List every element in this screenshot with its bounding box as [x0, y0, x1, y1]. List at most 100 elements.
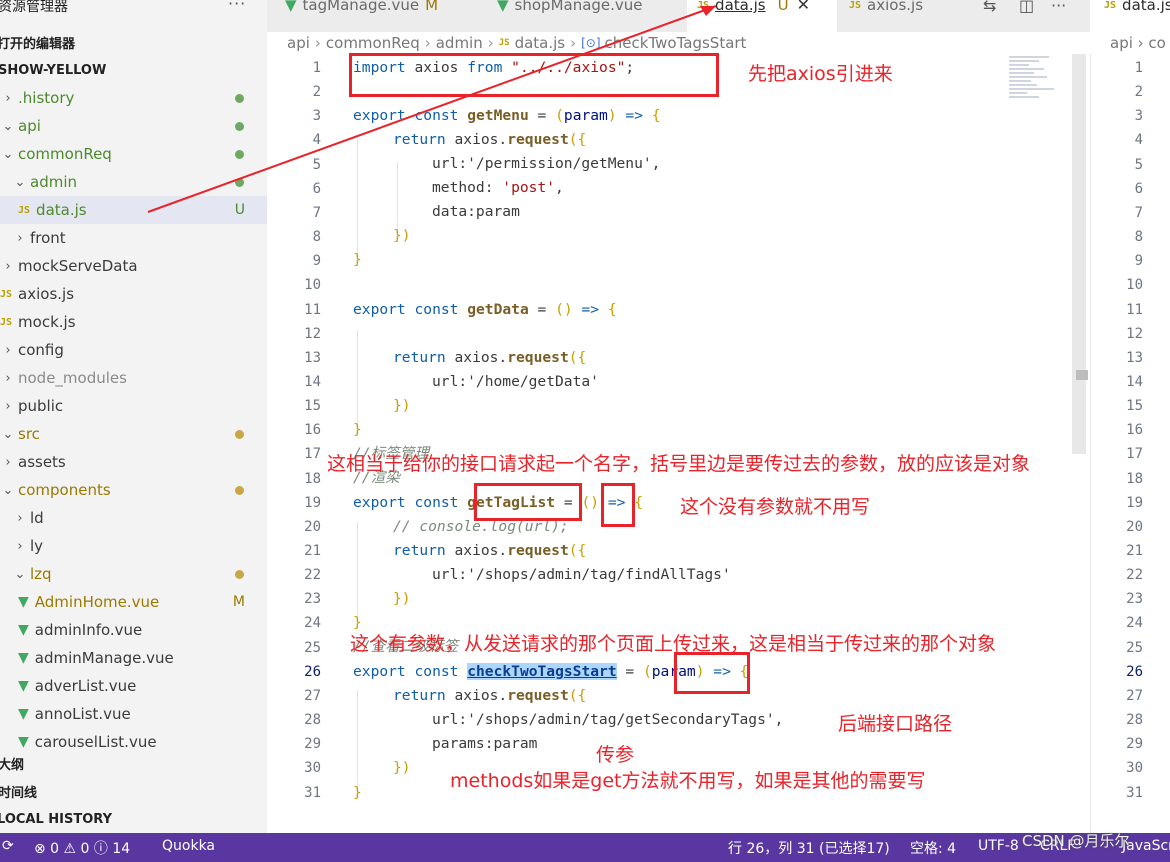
tree-item[interactable]: ⌄ components [0, 476, 267, 504]
code-line-30[interactable]: }) [393, 756, 411, 780]
line-number: 8 [1134, 229, 1143, 246]
tree-item[interactable]: ⌄ src [0, 420, 267, 448]
split-editor-icon[interactable]: ◫ [1019, 0, 1034, 15]
code-line-31[interactable]: } [353, 781, 362, 805]
tree-item-label: AdminHome.vue [34, 593, 160, 611]
explorer-more-icon[interactable]: ··· [228, 0, 246, 13]
annotation-text-with-params: 这个有参数，从发送请求的那个页面上传过来，这是相当于传过来的那个对象 [350, 633, 997, 655]
line-number: 31 [304, 784, 321, 801]
chevron-right-icon: › [424, 34, 431, 52]
tree-item[interactable]: › mockServeData [0, 252, 267, 280]
tree-item[interactable]: › front [0, 224, 267, 252]
code-line-4[interactable]: return axios.request({ [393, 128, 586, 152]
code-line-15[interactable]: }) [393, 394, 411, 418]
sync-icon[interactable]: ⟳ [2, 838, 14, 854]
line-number: 29 [1126, 736, 1143, 753]
tree-item[interactable]: JS data.js U [0, 196, 267, 224]
tab-shopmanage[interactable]: ▼ shopManage.vue [497, 0, 687, 32]
tree-item[interactable]: › assets [0, 448, 267, 476]
code-line-23[interactable]: }) [393, 587, 411, 611]
quokka-status[interactable]: Quokka [162, 838, 215, 854]
code-line-21[interactable]: return axios.request({ [393, 539, 586, 563]
tree-item[interactable]: ⌄ lzq [0, 560, 267, 588]
close-tab-icon[interactable]: ✕ [797, 0, 810, 14]
line-number: 13 [1126, 349, 1143, 366]
tree-item-label: mockServeData [18, 257, 138, 275]
tree-item[interactable]: ▼ adminInfo.vue [0, 616, 267, 644]
indentation-status[interactable]: 空格: 4 [910, 838, 956, 858]
tree-item[interactable]: › config [0, 336, 267, 364]
code-line-7[interactable]: data:param [432, 200, 520, 224]
tree-item[interactable]: ▼ annoList.vue [0, 700, 267, 728]
code-line-22[interactable]: url:'/shops/admin/tag/findAllTags' [432, 563, 731, 587]
compare-changes-icon[interactable]: ⇆ [983, 0, 996, 15]
open-editors-section[interactable]: 打开的编辑器 [0, 28, 264, 56]
local-history-section[interactable]: LOCAL HISTORY [0, 805, 264, 833]
tree-item[interactable]: › ld [0, 504, 267, 532]
tree-item[interactable]: ▼ adminManage.vue [0, 644, 267, 672]
tab-tagmanage[interactable]: ▼ tagManage.vue M [285, 0, 493, 32]
tab-data-js-right[interactable]: JS data.js [1090, 0, 1170, 32]
code-line-8[interactable]: }) [393, 224, 411, 248]
tree-item[interactable]: › .history [0, 84, 267, 112]
code-line-6[interactable]: method: 'post', [432, 176, 564, 200]
tree-item[interactable]: ▼ AdminHome.vue M [0, 588, 267, 616]
scrollbar-thumb[interactable] [1076, 370, 1088, 380]
encoding-status[interactable]: UTF-8 [978, 838, 1019, 854]
vertical-scrollbar[interactable] [1072, 54, 1086, 454]
js-file-icon: JS [697, 0, 710, 11]
breadcrumb-api[interactable]: api [287, 34, 310, 52]
tree-item[interactable]: JS axios.js [0, 280, 267, 308]
code-line-9[interactable]: } [353, 248, 362, 272]
code-line-3[interactable]: export const getMenu = (param) => { [353, 104, 661, 128]
line-number: 21 [304, 543, 321, 559]
vue-file-icon: ▼ [18, 734, 29, 750]
explorer-sidebar: 资源管理器 ··· 打开的编辑器 SHOW-YELLOW › .history ⌄ a… [0, 0, 267, 833]
line-number: 11 [304, 301, 321, 318]
breadcrumb-data-js[interactable]: data.js [515, 34, 566, 52]
line-number: 17 [1126, 446, 1143, 463]
js-file-icon: JS [498, 38, 510, 48]
tree-item[interactable]: ⌄ admin [0, 168, 267, 196]
tree-item-label: config [18, 341, 64, 359]
code-line-13[interactable]: return axios.request({ [393, 346, 586, 370]
problems-indicator[interactable]: ⊗ 0 ⚠ 0 ⓘ 14 [34, 838, 130, 858]
breadcrumb-commonreq[interactable]: commonReq [326, 34, 420, 52]
tree-item[interactable]: › node_modules [0, 364, 267, 392]
tab-data-js[interactable]: JS data.js U ✕ [687, 0, 837, 32]
tree-item[interactable]: ⌄ commonReq [0, 140, 267, 168]
outline-section[interactable]: 大纲 [0, 749, 265, 777]
timeline-section[interactable]: 时间线 [0, 777, 265, 805]
right-editor-tab-bar: JS data.js [1090, 0, 1170, 32]
code-line-28[interactable]: url:'/shops/admin/tag/getSecondaryTags', [432, 708, 783, 732]
tree-item[interactable]: › ly [0, 532, 267, 560]
code-editor[interactable]: 1 2 3 4 5 6 7 8 9 10 11 12 13 14 15 16 17 18 19 20 21 22 23 24 2… [267, 54, 1090, 833]
breadcrumb-admin[interactable]: admin [436, 34, 483, 52]
chevron-down-icon: ⌄ [2, 118, 14, 134]
line-number: 10 [304, 277, 321, 294]
code-line-29[interactable]: params:param [432, 732, 537, 756]
tree-item[interactable]: › public [0, 392, 267, 420]
line-number: 7 [312, 204, 321, 221]
split-code-editor[interactable]: 1 2 3 4 5 6 7 8 9 10 11 12 13 14 15 16 17 18 19 20 21 22 23 24 2… [1090, 54, 1170, 833]
project-section[interactable]: SHOW-YELLOW [0, 56, 265, 84]
indent-guide [357, 330, 358, 426]
breadcrumb-symbol[interactable]: checkTwoTagsStart [605, 34, 747, 52]
code-line-14[interactable]: url:'/home/getData' [432, 370, 599, 394]
tree-item[interactable]: JS mock.js [0, 308, 267, 336]
code-line-16[interactable]: } [353, 418, 362, 442]
more-actions-icon[interactable]: ··· [1051, 0, 1066, 15]
tree-item-label: lzq [30, 565, 52, 583]
code-line-11[interactable]: export const getData = () => { [353, 298, 617, 322]
code-line-5[interactable]: url:'/permission/getMenu', [432, 152, 660, 176]
chevron-down-icon: ⌄ [2, 482, 14, 498]
js-file-icon: JS [849, 0, 862, 11]
tree-item-label: mock.js [18, 313, 76, 331]
tree-item[interactable]: ⌄ api [0, 112, 267, 140]
line-number: 17 [304, 446, 321, 463]
code-line-27[interactable]: return axios.request({ [393, 684, 586, 708]
tree-item[interactable]: ▼ adverList.vue [0, 672, 267, 700]
tab-axios-js[interactable]: JS axios.js [849, 0, 969, 32]
line-number: 12 [1126, 325, 1143, 342]
cursor-position[interactable]: 行 26，列 31 (已选择17) [728, 838, 890, 858]
